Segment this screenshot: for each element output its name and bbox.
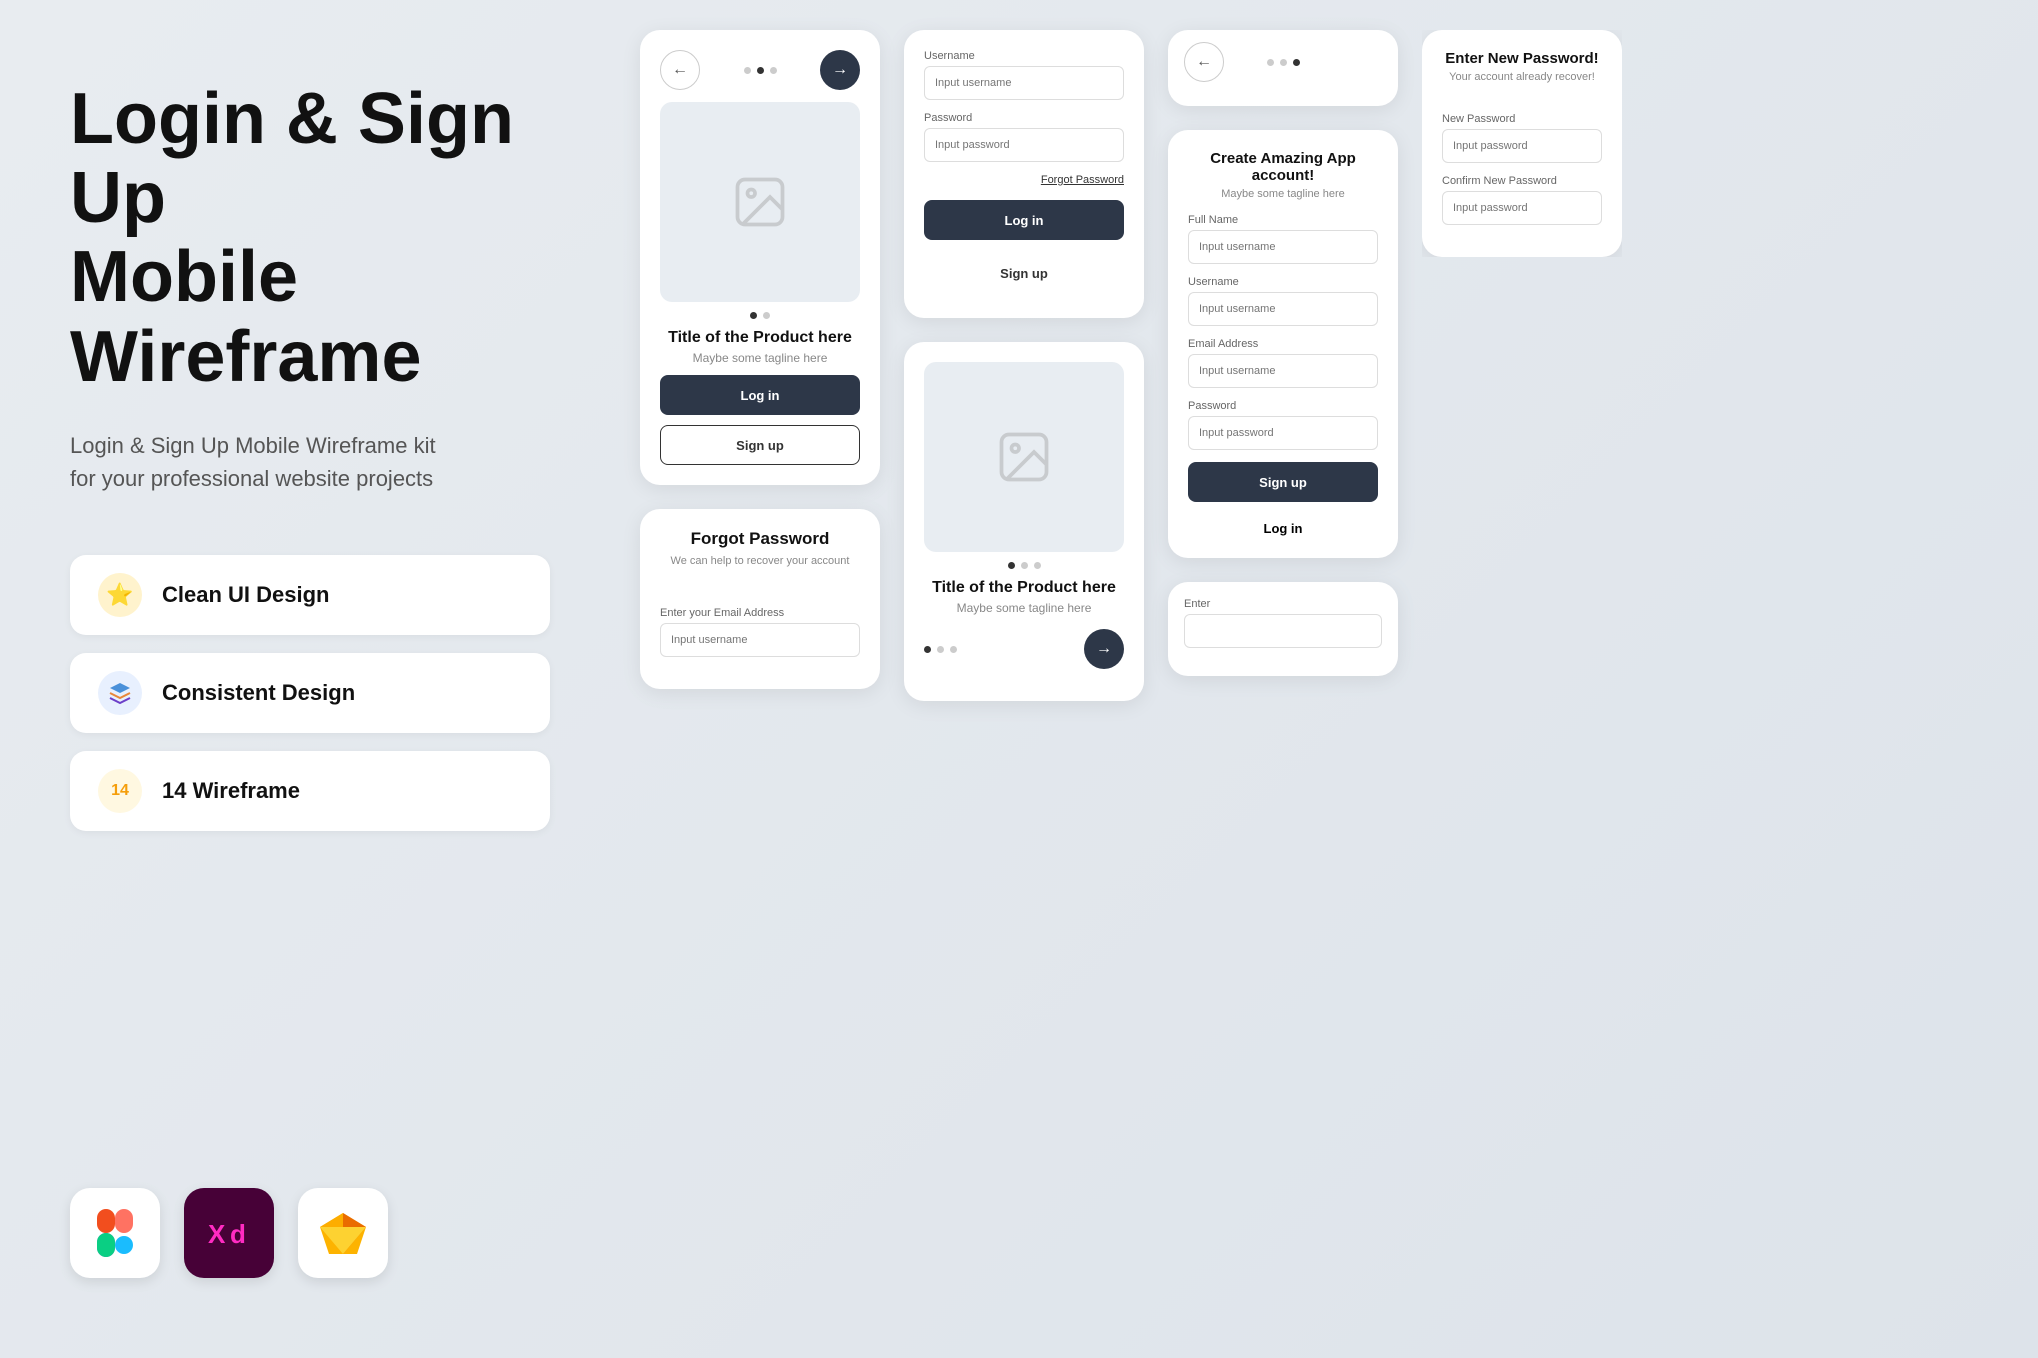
sketch-icon-box [298, 1188, 388, 1278]
enter-label: Enter [1184, 598, 1382, 610]
tool-icons: X d [70, 1188, 550, 1278]
signup-email-input[interactable] [1188, 354, 1378, 388]
dot-top-2 [1280, 59, 1287, 66]
login-button-2[interactable]: Log in [924, 200, 1124, 240]
back-arrow-top[interactable]: ← [1184, 42, 1224, 82]
forgot-subtitle: We can help to recover your account [660, 555, 860, 567]
col2-login: Username Password Forgot Password Log in… [904, 30, 1144, 701]
back-arrow-1[interactable]: ← [660, 50, 700, 90]
forgot-title: Forgot Password [660, 529, 860, 549]
back-nav-card: ← [1168, 30, 1398, 106]
signup-link-2[interactable]: Sign up [924, 258, 1124, 298]
email-input[interactable] [660, 623, 860, 657]
new-password-card: Enter New Password! Your account already… [1422, 30, 1622, 257]
svg-text:X: X [208, 1219, 226, 1249]
enter-partial-card: Enter [1168, 582, 1398, 676]
signup-username-label: Username [1188, 276, 1378, 288]
left-panel: Login & Sign Up Mobile Wireframe Login &… [0, 0, 620, 1358]
feature-label-consistent: Consistent Design [162, 680, 355, 706]
dot-1-3 [770, 67, 777, 74]
dot-3-3 [1034, 562, 1041, 569]
dot-4-1 [924, 646, 931, 653]
password-input[interactable] [924, 128, 1124, 162]
product-tagline-1: Maybe some tagline here [660, 351, 860, 365]
number-icon: 14 [98, 769, 142, 813]
dot-1-1 [744, 67, 751, 74]
nav-row-1: ← → [660, 50, 860, 90]
figma-icon-box [70, 1188, 160, 1278]
feature-label-clean-ui: Clean UI Design [162, 582, 329, 608]
product-title-2: Title of the Product here [924, 579, 1124, 597]
new-password-subtitle: Your account already recover! [1442, 71, 1602, 83]
dots-1 [744, 67, 777, 74]
next-arrow-1[interactable]: → [820, 50, 860, 90]
layers-icon [98, 671, 142, 715]
product-image-1 [660, 102, 860, 302]
feature-list: ⭐ Clean UI Design Consistent Design 14 [70, 555, 550, 831]
signup-button-1[interactable]: Sign up [660, 425, 860, 465]
forgot-password-link[interactable]: Forgot Password [924, 174, 1124, 186]
dot-1-2 [757, 67, 764, 74]
username-input[interactable] [924, 66, 1124, 100]
nav-row-2: → [924, 629, 1124, 669]
feature-item-consistent: Consistent Design [70, 653, 550, 733]
product-tagline-2: Maybe some tagline here [924, 601, 1124, 615]
signup-username-input[interactable] [1188, 292, 1378, 326]
col3-signup: ← Create Amazing App account! Maybe some… [1168, 30, 1398, 676]
password-label: Password [924, 112, 1124, 124]
nav-row-top: ← [1184, 42, 1382, 82]
new-pw-input[interactable] [1442, 129, 1602, 163]
signup-title: Create Amazing App account! [1188, 150, 1378, 184]
login-button-1[interactable]: Log in [660, 375, 860, 415]
confirm-pw-input[interactable] [1442, 191, 1602, 225]
email-label: Enter your Email Address [660, 607, 860, 619]
signup-password-input[interactable] [1188, 416, 1378, 450]
dots-4 [924, 646, 957, 653]
xd-icon-box: X d [184, 1188, 274, 1278]
dot-top-3 [1293, 59, 1300, 66]
signup-subtitle: Maybe some tagline here [1188, 188, 1378, 200]
dot-top-1 [1267, 59, 1274, 66]
dots-3 [924, 562, 1124, 569]
subtitle: Login & Sign Up Mobile Wireframe kit for… [70, 429, 550, 495]
feature-item-wireframe: 14 14 Wireframe [70, 751, 550, 831]
signup-email-label: Email Address [1188, 338, 1378, 350]
dot-2-2 [763, 312, 770, 319]
dots-top [1267, 59, 1300, 66]
new-pw-label: New Password [1442, 113, 1602, 125]
onboarding-card-1: ← → [640, 30, 880, 485]
main-title: Login & Sign Up Mobile Wireframe [70, 80, 550, 397]
feature-label-wireframe: 14 Wireframe [162, 778, 300, 804]
signup-password-label: Password [1188, 400, 1378, 412]
forgot-password-card: Forgot Password We can help to recover y… [640, 509, 880, 689]
dot-3-2 [1021, 562, 1028, 569]
next-arrow-2[interactable]: → [1084, 629, 1124, 669]
right-area: ← → [620, 0, 2038, 1358]
star-icon: ⭐ [98, 573, 142, 617]
fullname-input[interactable] [1188, 230, 1378, 264]
svg-text:d: d [230, 1219, 246, 1249]
signup-button-main[interactable]: Sign up [1188, 462, 1378, 502]
dots-2 [660, 312, 860, 319]
fullname-label: Full Name [1188, 214, 1378, 226]
username-label: Username [924, 50, 1124, 62]
feature-item-clean-ui: ⭐ Clean UI Design [70, 555, 550, 635]
product-image-2 [924, 362, 1124, 552]
new-password-title: Enter New Password! [1442, 50, 1602, 67]
col1-onboarding: ← → [640, 30, 880, 689]
onboarding-card-2: Title of the Product here Maybe some tag… [904, 342, 1144, 701]
dot-2-1 [750, 312, 757, 319]
product-title-1: Title of the Product here [660, 329, 860, 347]
col4-new-password: Enter New Password! Your account already… [1422, 30, 1622, 257]
confirm-pw-label: Confirm New Password [1442, 175, 1602, 187]
dot-3-1 [1008, 562, 1015, 569]
login-form-card: Username Password Forgot Password Log in… [904, 30, 1144, 318]
login-link[interactable]: Log in [1264, 521, 1303, 536]
signup-form-card: Create Amazing App account! Maybe some t… [1168, 130, 1398, 558]
dot-4-3 [950, 646, 957, 653]
dot-4-2 [937, 646, 944, 653]
enter-input[interactable] [1184, 614, 1382, 648]
